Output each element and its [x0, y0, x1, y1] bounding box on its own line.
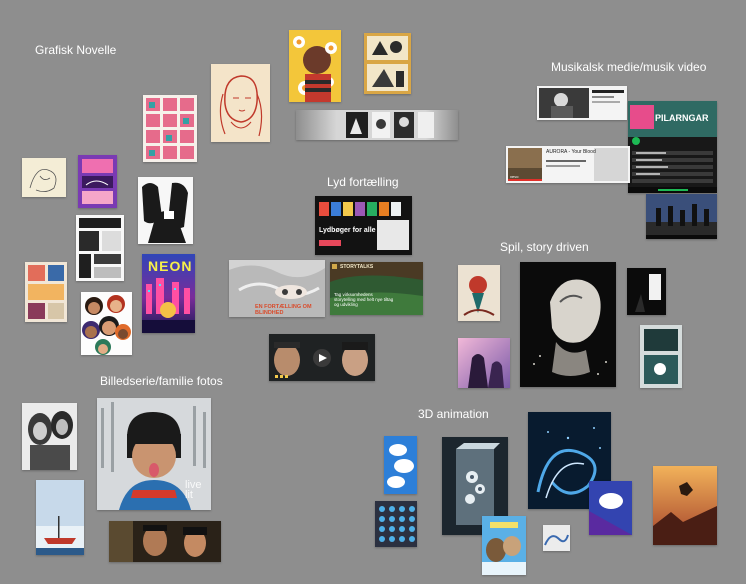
- thumbnail-game-pink-silhouette[interactable]: [458, 338, 510, 388]
- section-label-games-story: Spil, story driven: [500, 240, 589, 254]
- photo-bw-children[interactable]: [22, 403, 77, 470]
- thumbnail-neon-poster[interactable]: NEON: [142, 254, 195, 333]
- thumbnail-comic-page-bw[interactable]: [76, 215, 124, 281]
- thumbnail-storytalks[interactable]: STORYTALKS Tag virksomhedens storytellin…: [330, 262, 423, 315]
- photo-girl-tongue[interactable]: live lit: [97, 398, 211, 510]
- thumbnail-podcast-faces[interactable]: [269, 334, 375, 381]
- thumbnail-comic-yellow[interactable]: [364, 33, 411, 94]
- section-label-3d-animation: 3D animation: [418, 407, 489, 421]
- aurora-video-title: AURORA - Your Blood: [546, 149, 596, 155]
- thumbnail-flower-portrait[interactable]: [289, 30, 341, 102]
- spotify-artist-page[interactable]: PILARNGAR: [628, 101, 717, 193]
- storytalks-text: Tag virksomhedens storytelling med helt …: [334, 292, 394, 307]
- photo-boat-in-ice[interactable]: [36, 480, 84, 555]
- thumbnail-youtube-video[interactable]: [537, 86, 627, 120]
- thumbnail-comic-collage[interactable]: [25, 262, 67, 322]
- anim-ice-age-poster[interactable]: [482, 516, 526, 575]
- moodboard-canvas: Grafisk Novelle Musikalsk medie/musik vi…: [0, 0, 746, 584]
- thumbnail-dance-video[interactable]: [646, 194, 717, 239]
- audiobook-headline: Lydbøger for alle: [319, 227, 376, 234]
- thumbnail-manga-strip[interactable]: [296, 110, 458, 140]
- photo-watermark-text: live lit: [185, 479, 202, 501]
- anim-small-wave[interactable]: [543, 525, 570, 551]
- section-label-music-media: Musikalsk medie/musik video: [551, 60, 707, 74]
- neon-poster-title: NEON: [148, 258, 193, 274]
- thumbnail-faces-collage[interactable]: [81, 292, 132, 355]
- thumbnail-aurora-video[interactable]: AURORA - Your Blood vevo: [506, 146, 630, 183]
- documentary-caption: EN FORTÆLLING OM BLINDHED: [255, 304, 312, 316]
- storytalks-logo: STORYTALKS: [340, 264, 374, 270]
- thumbnail-sketch[interactable]: [22, 158, 66, 197]
- section-label-graphic-novel: Grafisk Novelle: [35, 43, 117, 57]
- spotify-artist-name: PILARNGAR: [655, 113, 709, 123]
- section-label-audio-story: Lyd fortælling: [327, 175, 399, 189]
- thumbnail-audiobook-site[interactable]: Lydbøger for alle: [315, 196, 412, 255]
- thumbnail-game-dark-door[interactable]: [627, 268, 666, 315]
- thumbnail-red-line-portrait[interactable]: [211, 64, 270, 142]
- thumbnail-game-red-figure[interactable]: [458, 265, 500, 321]
- thumbnail-game-statue[interactable]: [520, 262, 616, 387]
- thumbnail-game-teal-scene[interactable]: [640, 325, 682, 388]
- thumbnail-comic-grid-pink[interactable]: [143, 95, 197, 162]
- section-label-photo-series: Billedserie/familie fotos: [100, 374, 223, 388]
- anim-dot-grid[interactable]: [375, 501, 417, 547]
- photo-family-faces[interactable]: [109, 521, 221, 562]
- anim-purple-cloud[interactable]: [589, 481, 632, 535]
- thumbnail-blindness-documentary[interactable]: EN FORTÆLLING OM BLINDHED: [229, 260, 325, 317]
- anim-sunset-jump[interactable]: [653, 466, 717, 545]
- thumbnail-bw-couple[interactable]: [138, 177, 193, 244]
- thumbnail-purple-comic[interactable]: [78, 155, 117, 208]
- vevo-logo: vevo: [510, 174, 519, 179]
- anim-clouds-blue[interactable]: [384, 436, 417, 494]
